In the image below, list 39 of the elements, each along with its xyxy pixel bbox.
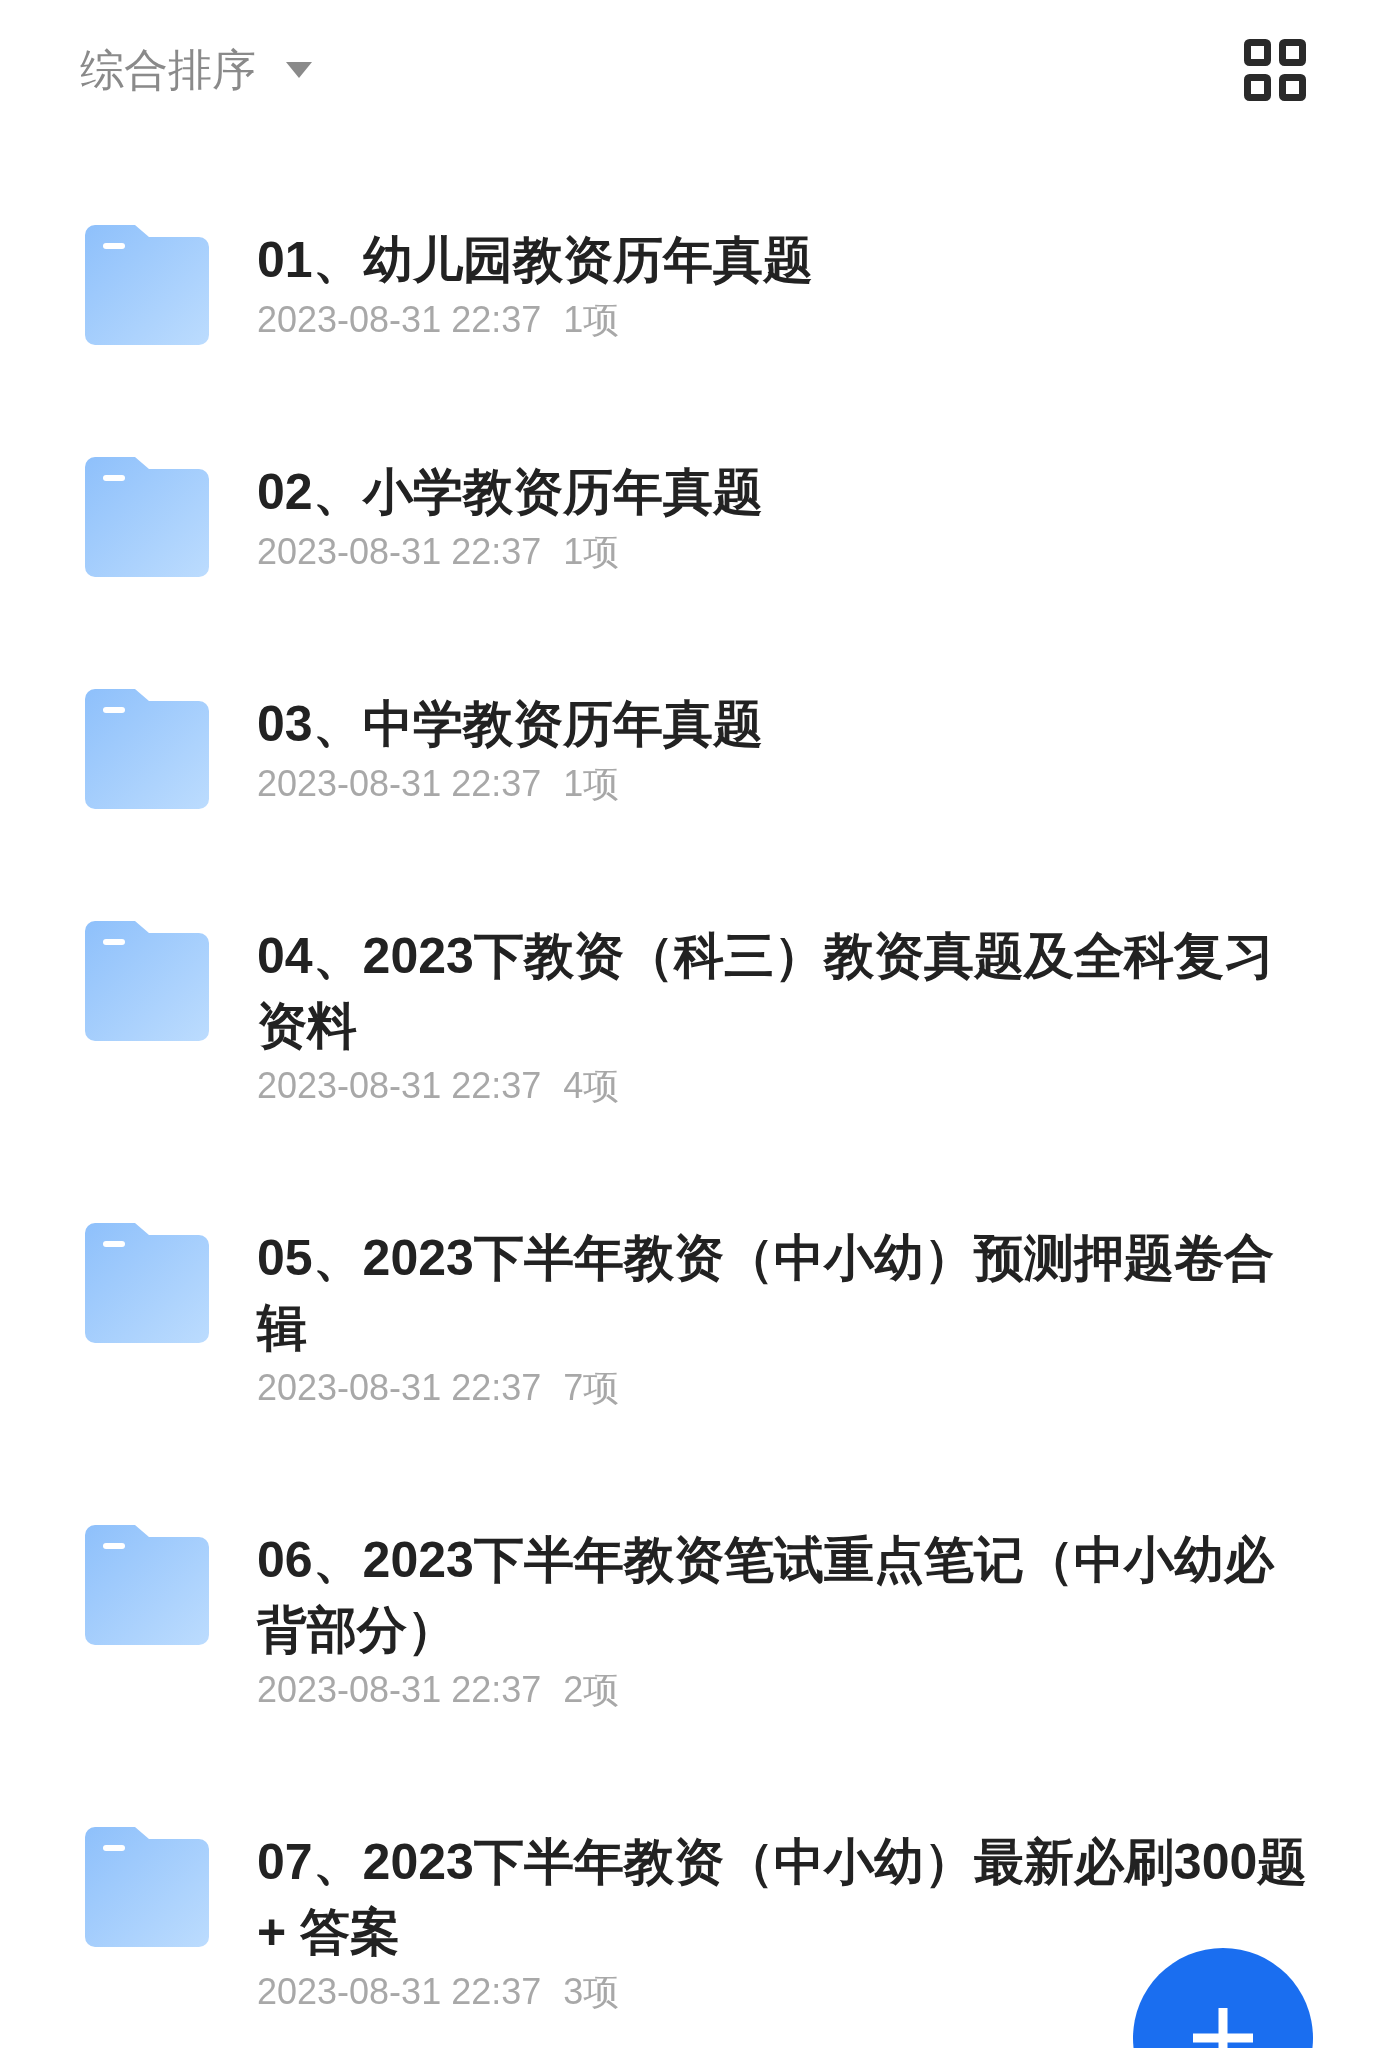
modified-time: 2023-08-31 22:37	[257, 1064, 542, 1108]
folder-row[interactable]: 04、2023下教资（科三）教资真题及全科复习资料 2023-08-31 22:37 4项	[0, 921, 1394, 1223]
folder-name: 05、2023下半年教资（中小幼）预测押题卷合辑	[257, 1229, 1275, 1358]
modified-time: 2023-08-31 22:37	[257, 1366, 542, 1410]
folder-name: 03、中学教资历年真题	[257, 695, 764, 754]
folder-icon	[85, 457, 209, 577]
item-count: 1项	[563, 298, 620, 342]
folder-icon	[85, 1223, 209, 1343]
folder-name: 02、小学教资历年真题	[257, 463, 764, 522]
modified-time: 2023-08-31 22:37	[257, 1970, 542, 2014]
modified-time: 2023-08-31 22:37	[257, 530, 542, 574]
modified-time: 2023-08-31 22:37	[257, 762, 542, 806]
folder-name: 07、2023下半年教资（中小幼）最新必刷300题 + 答案	[257, 1833, 1309, 1962]
item-count: 7项	[563, 1366, 620, 1410]
folder-row[interactable]: 01、幼儿园教资历年真题 2023-08-31 22:37 1项	[0, 225, 1394, 457]
modified-time: 2023-08-31 22:37	[257, 298, 542, 342]
folder-row[interactable]: 02、小学教资历年真题 2023-08-31 22:37 1项	[0, 457, 1394, 689]
item-count: 1项	[563, 530, 620, 574]
folder-name: 04、2023下教资（科三）教资真题及全科复习资料	[257, 927, 1275, 1056]
folder-icon	[85, 921, 209, 1041]
folder-icon	[85, 689, 209, 809]
grid-icon	[1244, 39, 1306, 101]
folder-name: 06、2023下半年教资笔试重点笔记（中小幼必背部分）	[257, 1531, 1276, 1660]
folder-icon	[85, 1525, 209, 1645]
caret-icon	[286, 62, 312, 78]
folder-row[interactable]: 03、中学教资历年真题 2023-08-31 22:37 1项	[0, 689, 1394, 921]
folder-icon	[85, 1827, 209, 1947]
folder-row[interactable]: 05、2023下半年教资（中小幼）预测押题卷合辑 2023-08-31 22:37 7项	[0, 1223, 1394, 1525]
folder-row[interactable]: 07、2023下半年教资（中小幼）最新必刷300题 + 答案 2023-08-31 22:37 3项	[0, 1827, 1394, 2048]
grid-view-button[interactable]	[1244, 39, 1306, 101]
folder-name: 01、幼儿园教资历年真题	[257, 231, 814, 290]
item-count: 4项	[563, 1064, 620, 1108]
modified-time: 2023-08-31 22:37	[257, 1668, 542, 1712]
item-count: 1项	[563, 762, 620, 806]
item-count: 2项	[563, 1668, 620, 1712]
item-count: 3项	[563, 1970, 620, 2014]
folder-icon	[85, 225, 209, 345]
plus-icon	[1193, 2008, 1253, 2048]
folder-row[interactable]: 06、2023下半年教资笔试重点笔记（中小幼必背部分） 2023-08-31 22:37 2项	[0, 1525, 1394, 1827]
